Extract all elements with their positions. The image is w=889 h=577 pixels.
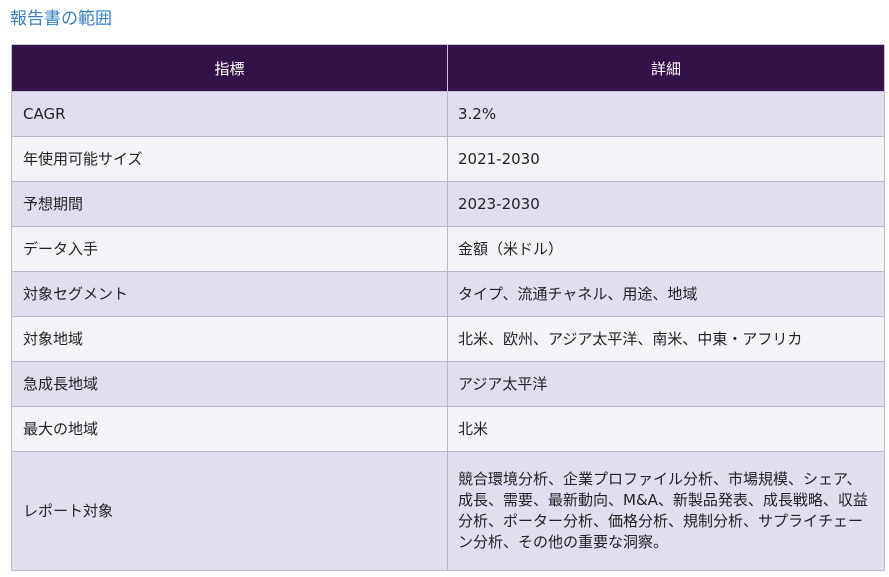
row-label: データ入手 [11,226,448,272]
row-value: 3.2% [447,91,885,137]
table-row: レポート対象 競合環境分析、企業プロファイル分析、市場規模、シェア、成長、需要、… [11,451,885,571]
row-label: 最大の地域 [11,406,448,452]
section-title: 報告書の範囲 [10,9,112,29]
row-value: 北米、欧州、アジア太平洋、南米、中東・アフリカ [447,316,885,362]
row-label: CAGR [11,91,448,137]
row-label: 年使用可能サイズ [11,136,448,182]
row-value: 金額（米ドル） [447,226,885,272]
row-value: 2021-2030 [447,136,885,182]
table-row: データ入手 金額（米ドル） [11,226,885,272]
row-label: 対象地域 [11,316,448,362]
header-metric: 指標 [11,44,448,92]
report-scope-table: 指標 詳細 CAGR 3.2% 年使用可能サイズ 2021-2030 予想期間 … [11,44,885,571]
row-label: レポート対象 [11,451,448,571]
header-details: 詳細 [447,44,885,92]
table-header-row: 指標 詳細 [11,44,885,92]
table-row: 対象地域 北米、欧州、アジア太平洋、南米、中東・アフリカ [11,316,885,362]
table-row: 急成長地域 アジア太平洋 [11,361,885,407]
row-value: タイプ、流通チャネル、用途、地域 [447,271,885,317]
row-value: アジア太平洋 [447,361,885,407]
table-row: 予想期間 2023-2030 [11,181,885,227]
table-row: 最大の地域 北米 [11,406,885,452]
row-value: 競合環境分析、企業プロファイル分析、市場規模、シェア、成長、需要、最新動向、M&… [447,451,885,571]
row-value: 2023-2030 [447,181,885,227]
row-label: 急成長地域 [11,361,448,407]
table-row: CAGR 3.2% [11,91,885,137]
row-label: 対象セグメント [11,271,448,317]
row-label: 予想期間 [11,181,448,227]
row-value: 北米 [447,406,885,452]
table-row: 対象セグメント タイプ、流通チャネル、用途、地域 [11,271,885,317]
table-row: 年使用可能サイズ 2021-2030 [11,136,885,182]
